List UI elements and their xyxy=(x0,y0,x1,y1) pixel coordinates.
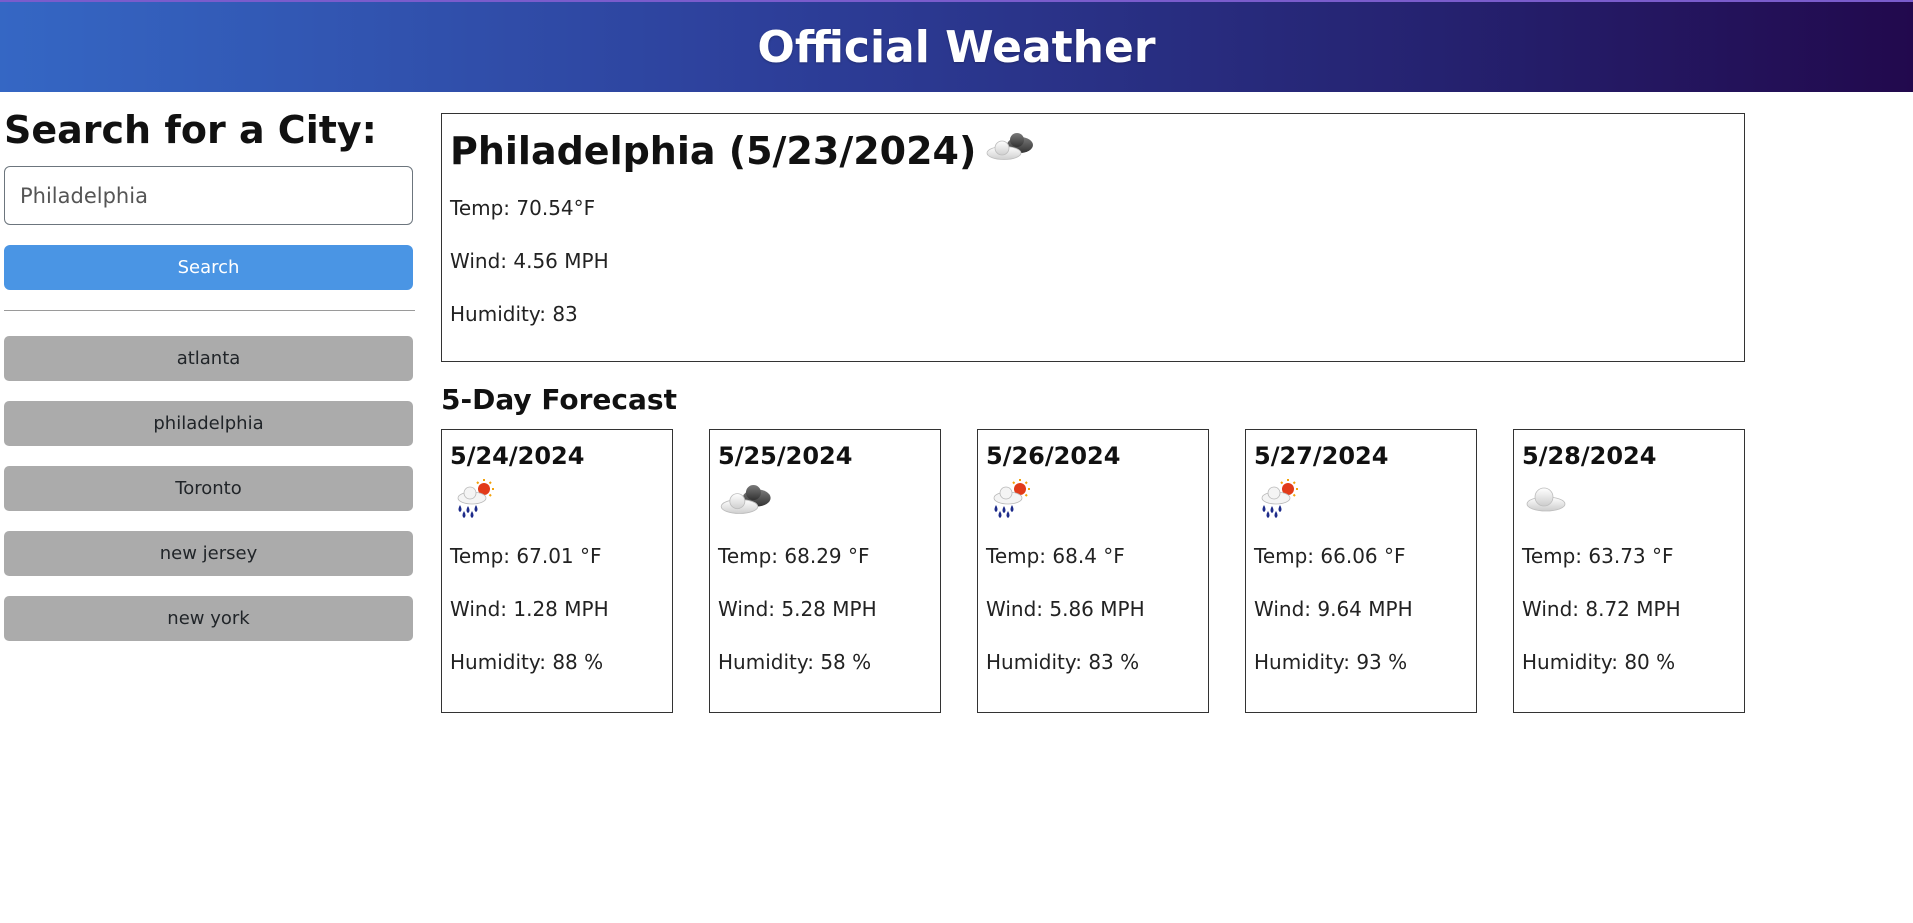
forecast-humidity: Humidity: 93 % xyxy=(1254,650,1408,674)
forecast-day-card: 5/26/2024 Temp: 68.4 °F Wind: 5.86 MPH H… xyxy=(977,429,1209,713)
current-city-date: Philadelphia (5/23/2024) xyxy=(450,129,977,173)
forecast-humidity: Humidity: 58 % xyxy=(718,650,872,674)
app-title: Official Weather xyxy=(757,21,1156,73)
forecast-wind: Wind: 8.72 MPH xyxy=(1522,597,1681,621)
current-temp: Temp: 70.54°F xyxy=(450,196,596,220)
app-header: Official Weather xyxy=(0,0,1913,92)
sidebar-divider xyxy=(4,310,415,311)
forecast-humidity: Humidity: 83 % xyxy=(986,650,1140,674)
forecast-title: 5-Day Forecast xyxy=(441,383,677,416)
forecast-date: 5/26/2024 xyxy=(986,442,1121,470)
history-button-atlanta[interactable]: atlanta xyxy=(4,336,413,381)
search-heading: Search for a City: xyxy=(4,108,377,152)
broken-clouds-icon xyxy=(984,126,1038,176)
forecast-temp: Temp: 66.06 °F xyxy=(1254,544,1406,568)
current-weather-heading: Philadelphia (5/23/2024) xyxy=(450,126,1736,176)
forecast-day-card: 5/27/2024 Temp: 66.06 °F Wind: 9.64 MPH … xyxy=(1245,429,1477,713)
forecast-day-card: 5/25/2024 Temp: 68.29 °F Wind: 5.28 MPH … xyxy=(709,429,941,713)
search-sidebar: Search for a City: Search atlanta philad… xyxy=(4,104,415,641)
forecast-day-card: 5/28/2024 Temp: 63.73 °F Wind: 8.72 MPH … xyxy=(1513,429,1745,713)
forecast-temp: Temp: 67.01 °F xyxy=(450,544,602,568)
forecast-humidity: Humidity: 88 % xyxy=(450,650,604,674)
cloud-icon xyxy=(1522,482,1572,520)
forecast-wind: Wind: 9.64 MPH xyxy=(1254,597,1413,621)
forecast-wind: Wind: 5.86 MPH xyxy=(986,597,1145,621)
current-weather-card: Philadelphia (5/23/2024) Temp: 70.54°F W… xyxy=(441,113,1745,362)
forecast-day-card: 5/24/2024 Temp: 67.01 °F Wind: 1.28 MPH … xyxy=(441,429,673,713)
forecast-wind: Wind: 1.28 MPH xyxy=(450,597,609,621)
forecast-list: 5/24/2024 Temp: 67.01 °F Wind: 1.28 MPH … xyxy=(441,429,1745,713)
forecast-temp: Temp: 68.29 °F xyxy=(718,544,870,568)
history-button-toronto[interactable]: Toronto xyxy=(4,466,413,511)
history-button-philadelphia[interactable]: philadelphia xyxy=(4,401,413,446)
rain-sun-icon xyxy=(450,478,500,524)
current-wind: Wind: 4.56 MPH xyxy=(450,249,609,273)
search-button[interactable]: Search xyxy=(4,245,413,290)
forecast-date: 5/25/2024 xyxy=(718,442,853,470)
forecast-temp: Temp: 68.4 °F xyxy=(986,544,1125,568)
forecast-date: 5/28/2024 xyxy=(1522,442,1657,470)
forecast-date: 5/27/2024 xyxy=(1254,442,1389,470)
history-button-new-jersey[interactable]: new jersey xyxy=(4,531,413,576)
forecast-wind: Wind: 5.28 MPH xyxy=(718,597,877,621)
city-search-input[interactable] xyxy=(4,166,413,225)
forecast-humidity: Humidity: 80 % xyxy=(1522,650,1676,674)
forecast-date: 5/24/2024 xyxy=(450,442,585,470)
forecast-temp: Temp: 63.73 °F xyxy=(1522,544,1674,568)
current-humidity: Humidity: 83 xyxy=(450,302,578,326)
rain-sun-icon xyxy=(1254,478,1304,524)
history-button-new-york[interactable]: new york xyxy=(4,596,413,641)
broken-clouds-icon xyxy=(718,479,776,523)
search-history-list: atlanta philadelphia Toronto new jersey … xyxy=(4,336,413,661)
rain-sun-icon xyxy=(986,478,1036,524)
